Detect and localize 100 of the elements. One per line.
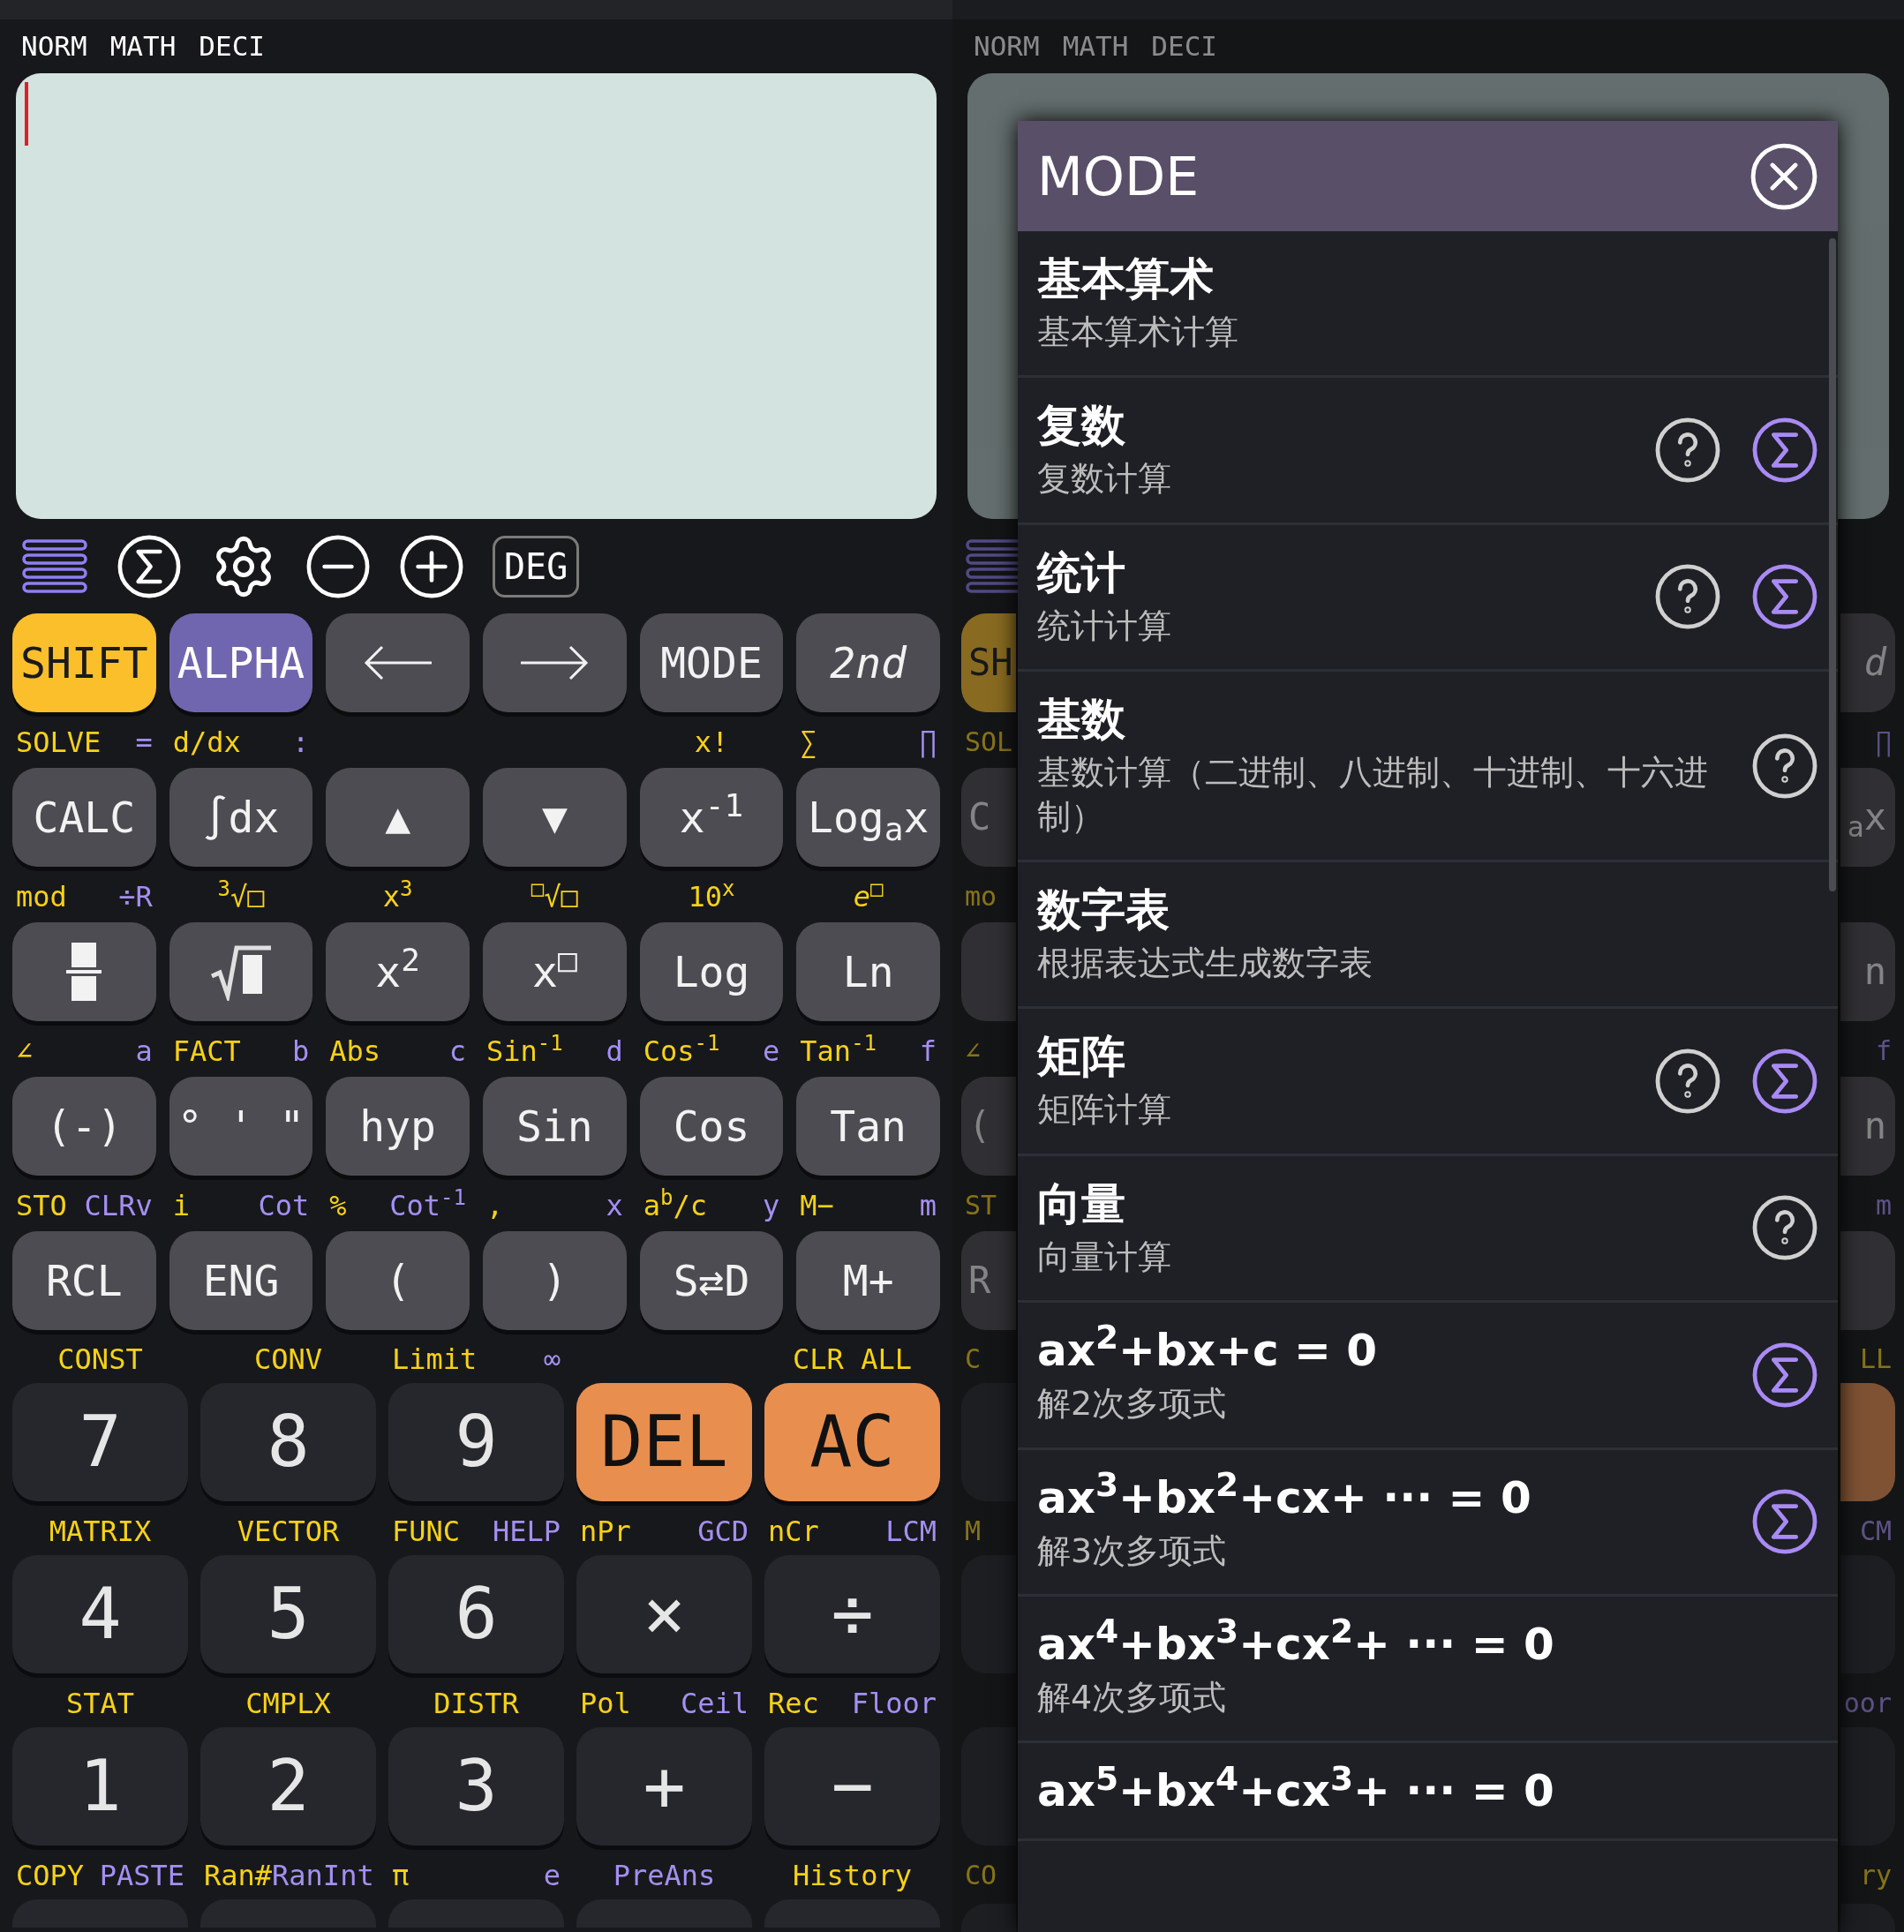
arrow-right-icon [519, 644, 591, 681]
angle-unit-button[interactable]: DEG [493, 535, 580, 598]
alpha-function-label: RanInt [272, 1861, 374, 1890]
mode-list-item[interactable]: 基数 基数计算（二进制、八进制、十进制、十六进制） [1018, 672, 1838, 862]
mode-title: 矩阵 [1037, 1030, 1126, 1084]
shift-function-label: CONST [57, 1344, 143, 1373]
function-key[interactable]: n [1840, 922, 1895, 1021]
alpha-function-label: m [919, 1192, 937, 1220]
function-key[interactable]: ( [961, 1077, 1016, 1176]
scrollbar[interactable] [1829, 238, 1836, 891]
sigma-icon[interactable] [1751, 417, 1818, 485]
shift-function-label: 10$^{x}$ [688, 883, 735, 911]
shift-function-label: nPr [580, 1516, 631, 1545]
shift-function-label: STAT [65, 1688, 135, 1718]
mode-list-item[interactable]: ax$^{2}$+bx+c = 0 解2次多项式 [1018, 1303, 1838, 1450]
help-icon[interactable] [1751, 1194, 1818, 1262]
mode-list-item[interactable]: 基本算术 基本算术计算 [1018, 231, 1838, 379]
help-icon[interactable] [1751, 732, 1818, 800]
help-icon[interactable] [1654, 417, 1721, 485]
shift-function-label: ry [1859, 1861, 1892, 1889]
shift-function-label: Pol [580, 1688, 631, 1718]
mode-title: ax$^{4}$+bx$^{3}$+cx$^{2}$+ ··· = 0 [1037, 1617, 1555, 1671]
mode-list-item[interactable]: 复数 复数计算 [1018, 378, 1838, 525]
alpha-function-label: x [606, 1192, 623, 1220]
mode-title: 数字表 [1037, 883, 1170, 936]
mode-list-item[interactable]: ax$^{4}$+bx$^{3}$+cx$^{2}$+ ··· = 0 解4次多项式 [1018, 1596, 1838, 1744]
alpha-function-label: c [448, 1037, 466, 1065]
alpha-function-label: f [919, 1037, 937, 1065]
function-key[interactable]: $_{a}$x [1840, 768, 1895, 867]
function-key[interactable]: d [1840, 613, 1895, 712]
shift-function-label: LL [1859, 1345, 1892, 1372]
alpha-function-label: y [763, 1192, 780, 1220]
mode-description: 复数计算 [1037, 458, 1172, 500]
shift-function-label: ∑ [800, 728, 817, 756]
fraction-icon [66, 943, 102, 1001]
shift-function-label: COPY [16, 1861, 85, 1890]
plus-icon[interactable] [399, 533, 464, 599]
sigma-icon[interactable] [1751, 1341, 1818, 1409]
mode-indicator: MATH [109, 29, 177, 64]
shift-function-label: SOLVE [16, 728, 102, 756]
mode-indicator: MATH [1062, 29, 1129, 64]
shift-function-label: Rec [768, 1688, 819, 1718]
function-key[interactable]: R [961, 1231, 1016, 1330]
mode-title: ax$^{3}$+bx$^{2}$+cx+ ··· = 0 [1037, 1470, 1532, 1524]
sigma-icon[interactable] [1751, 563, 1818, 631]
clear-key[interactable] [1840, 1383, 1895, 1501]
mode-title: 基数 [1037, 693, 1126, 747]
mode-list-item[interactable]: ax$^{5}$+bx$^{4}$+cx$^{3}$+ ··· = 0 [1018, 1743, 1838, 1842]
sigma-icon[interactable] [1751, 1488, 1818, 1556]
shift-function-label: $^{□}$√□ [531, 883, 578, 911]
sigma-icon[interactable] [1751, 1048, 1818, 1116]
alpha-function-label: PASTE [99, 1861, 184, 1890]
alpha-function-label: PreAns [613, 1861, 716, 1890]
shift-function-label: ∠ [16, 1037, 34, 1065]
mode-description: 根据表达式生成数字表 [1037, 942, 1373, 984]
mode-title: ax$^{2}$+bx+c = 0 [1037, 1324, 1379, 1378]
alpha-function-label: ÷R [118, 883, 153, 911]
shift-function-label: d/dx [172, 728, 241, 756]
alpha-function-label: ∞ [543, 1344, 561, 1373]
minus-icon[interactable] [305, 533, 371, 599]
shift-function-label: SOL [965, 729, 1013, 756]
shift-function-label: mo [965, 883, 997, 910]
shift-function-label: MATRIX [49, 1516, 152, 1545]
help-icon[interactable] [1654, 563, 1721, 631]
alpha-function-label: Cot [258, 1192, 310, 1220]
arrow-left-icon [362, 644, 433, 681]
shift-function-label: DISTR [433, 1688, 519, 1718]
shift-function-label: ST [965, 1192, 997, 1219]
shift-function-label: STO [16, 1192, 67, 1220]
shift-function-label: CMPLX [245, 1688, 331, 1718]
alpha-function-label: = [135, 728, 153, 756]
shift-function-label: π [392, 1861, 410, 1890]
mode-title: ax$^{5}$+bx$^{4}$+cx$^{3}$+ ··· = 0 [1037, 1764, 1555, 1818]
sigma-icon[interactable] [117, 533, 182, 599]
alpha-function-label: m [1875, 1192, 1892, 1219]
mode-list-item[interactable]: ax$^{3}$+bx$^{2}$+cx+ ··· = 0 解3次多项式 [1018, 1449, 1838, 1597]
shift-function-label: M− [800, 1192, 834, 1220]
alpha-function-label: CLRv [84, 1192, 153, 1220]
mode-list-item[interactable]: 矩阵 矩阵计算 [1018, 1009, 1838, 1156]
menu-icon[interactable] [965, 538, 1018, 594]
close-icon[interactable] [1750, 141, 1818, 211]
alpha-function-label: a [135, 1037, 153, 1065]
shift-function-label: CO [965, 1861, 997, 1889]
mode-description: 矩阵计算 [1037, 1089, 1172, 1131]
help-icon[interactable] [1654, 1048, 1721, 1116]
menu-icon[interactable] [21, 538, 88, 594]
shift-function-label: % [329, 1192, 347, 1220]
function-key[interactable]: C [961, 768, 1016, 867]
shift-function-label: C [965, 1345, 982, 1372]
function-key[interactable]: n [1840, 1077, 1895, 1176]
shift-function-label: Limit [392, 1344, 478, 1373]
shift-function-label: mod [16, 883, 67, 911]
shift-function-label: nCr [768, 1516, 819, 1545]
mode-description: 统计计算 [1037, 605, 1172, 647]
alpha-function-label: GCD [697, 1516, 749, 1545]
mode-list-item[interactable]: 数字表 根据表达式生成数字表 [1018, 861, 1838, 1010]
shift-function-label: VECTOR [237, 1516, 340, 1545]
mode-list-item[interactable]: 向量 向量计算 [1018, 1155, 1838, 1304]
mode-list-item[interactable]: 统计 统计计算 [1018, 524, 1838, 673]
alpha-function-label: : [292, 728, 310, 756]
